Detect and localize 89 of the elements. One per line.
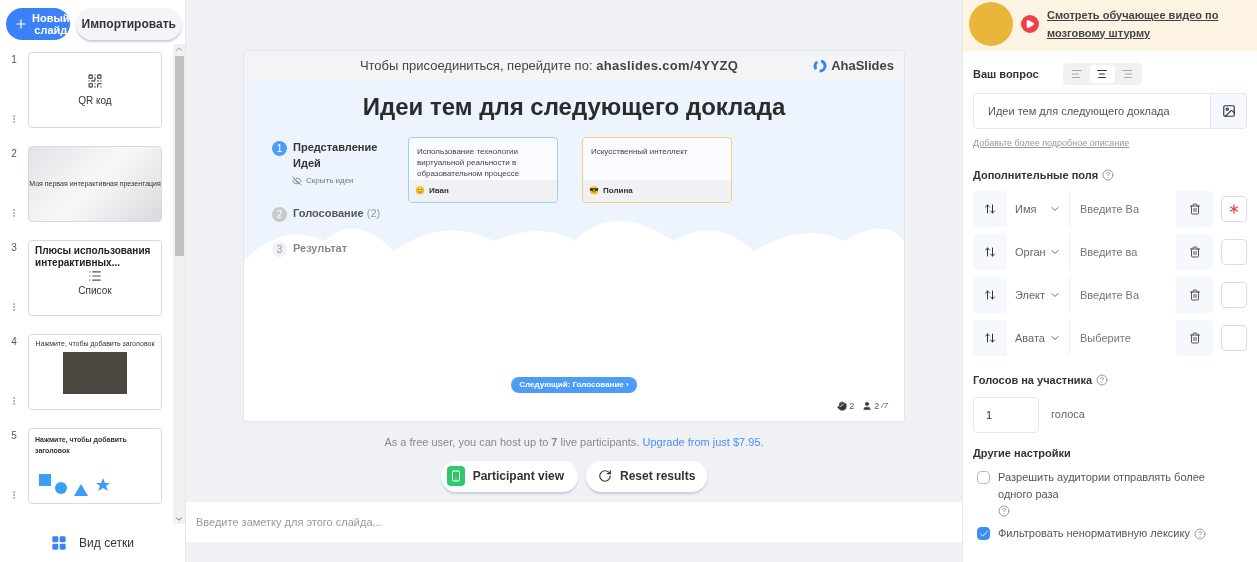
tutorial-video-link[interactable]: Смотреть обучающее видео по мозговому штурму — [1047, 5, 1257, 42]
step-label: Результат — [293, 241, 348, 256]
field-type-select[interactable]: Авата — [1007, 320, 1069, 356]
participant-view-button[interactable]: Participant view — [440, 460, 578, 492]
reset-icon — [598, 469, 612, 483]
logo-icon — [813, 59, 828, 73]
help-icon[interactable] — [998, 505, 1010, 517]
slide-title: QR код — [78, 93, 112, 108]
help-icon[interactable] — [1193, 527, 1206, 540]
slide-title: Идеи тем для следующего доклада — [361, 92, 787, 122]
import-button[interactable]: Импортировать — [75, 8, 182, 40]
idea-text: Искусственный интеллект — [590, 146, 689, 158]
free-user-notice: As a free user, you can host up to 7 live participants. Upgrade from just $7.95. — [384, 435, 764, 450]
field-placeholder-input[interactable]: Введите Ва — [1069, 191, 1176, 227]
idea-text: Использование технологии виртуальной реальности в образовательном процессе — [416, 146, 521, 180]
delete-icon[interactable] — [1188, 332, 1201, 344]
image-button[interactable] — [1211, 93, 1247, 129]
question-field[interactable]: Идеи тем для следующего доклада — [973, 93, 1211, 129]
question-label: Ваш вопрос — [973, 66, 1039, 82]
votes-label: Голосов на участника — [973, 373, 1093, 388]
join-instructions: Чтобы присоединиться, перейдите по: ahaslides.com/4YYZQ — [359, 57, 739, 76]
align-icon — [1096, 68, 1109, 80]
slide-thumbnail[interactable]: QR код — [28, 52, 162, 128]
drag-handle-icon[interactable] — [984, 289, 996, 301]
hands-count: 2 — [837, 399, 855, 413]
list-icon — [88, 269, 102, 283]
align-icon — [1121, 68, 1134, 80]
idea-author: 😊 Иван — [409, 180, 557, 202]
slide-number: 5 — [11, 429, 17, 443]
checkbox[interactable] — [977, 471, 990, 484]
eye-off-icon — [292, 176, 302, 186]
brand-logo: AhaSlides — [813, 56, 894, 76]
required-toggle[interactable] — [1221, 282, 1247, 308]
new-slide-button[interactable]: Новый слайд — [6, 8, 70, 40]
scroll-down-icon[interactable] — [174, 514, 184, 524]
note-field[interactable]: Введите заметку для этого слайда... — [186, 502, 962, 542]
phone-icon — [449, 469, 462, 483]
user-icon — [862, 401, 873, 412]
required-toggle[interactable] — [1221, 325, 1247, 351]
field-placeholder-input[interactable]: Введите ва — [1069, 234, 1176, 270]
participants-count: 2 /7 — [862, 399, 888, 413]
slide-number: 1 — [11, 53, 17, 67]
help-icon[interactable] — [1096, 374, 1109, 387]
option-label[interactable]: Фильтровать ненормативную лексику — [998, 525, 1190, 542]
step-label: Голосование (2) — [293, 206, 381, 221]
field-type-select[interactable]: Имя — [1007, 191, 1069, 227]
required-toggle[interactable] — [1221, 196, 1247, 222]
votes-field[interactable]: 1 — [973, 396, 1039, 433]
play-icon — [1021, 14, 1039, 33]
idea-author: 😎 Полина — [583, 180, 731, 202]
delete-icon[interactable] — [1188, 289, 1201, 301]
slide-number: 2 — [11, 147, 17, 161]
drag-handle-icon[interactable] — [984, 246, 996, 258]
option-label[interactable]: Разрешить аудитории отправлять более одного раза — [998, 469, 1228, 503]
avatar-placeholder — [969, 1, 1013, 46]
field-type-select[interactable]: Элект — [1007, 277, 1069, 313]
drag-handle-icon[interactable] — [984, 332, 996, 344]
field-type-select[interactable]: Орган — [1007, 234, 1069, 270]
slide-thumbnail[interactable]: Плюсы использования интерактивных... Список — [28, 240, 162, 316]
checkbox[interactable] — [977, 527, 990, 540]
slide-subtitle: Список — [78, 284, 112, 298]
required-toggle[interactable] — [1221, 239, 1247, 265]
fields-label: Дополнительные поля — [973, 167, 1099, 183]
slide-number: 3 — [11, 241, 17, 255]
reset-results-button[interactable]: Reset results — [586, 460, 708, 492]
votes-unit: голоса — [1051, 407, 1085, 423]
qr-code-icon — [87, 72, 103, 89]
hide-ideas-link[interactable]: Скрыть идеи — [292, 175, 384, 187]
photo-placeholder — [63, 351, 127, 394]
image-icon — [1221, 104, 1236, 118]
slide-number: 4 — [11, 335, 17, 349]
align-icon — [1071, 68, 1084, 80]
scroll-up-icon[interactable] — [174, 44, 184, 54]
drag-handle-icon[interactable] — [984, 203, 996, 215]
delete-icon[interactable] — [1188, 246, 1201, 258]
check-icon — [978, 528, 989, 539]
slide-title: Плюсы использования интерактивных... — [35, 245, 152, 269]
other-settings-label: Другие настройки — [973, 445, 1072, 461]
help-icon[interactable] — [1102, 168, 1115, 181]
step-label: Представление Идей — [293, 140, 379, 171]
field-placeholder-input[interactable]: Выберите — [1069, 320, 1176, 356]
step-number: 1 — [272, 141, 287, 156]
hand-icon — [837, 401, 848, 412]
scrollbar[interactable] — [173, 44, 185, 524]
delete-icon[interactable] — [1188, 203, 1201, 215]
grid-icon — [51, 535, 68, 551]
plus-icon — [14, 17, 28, 31]
field-placeholder-input[interactable]: Введите Ва — [1069, 277, 1176, 313]
align-button[interactable] — [1089, 65, 1115, 83]
